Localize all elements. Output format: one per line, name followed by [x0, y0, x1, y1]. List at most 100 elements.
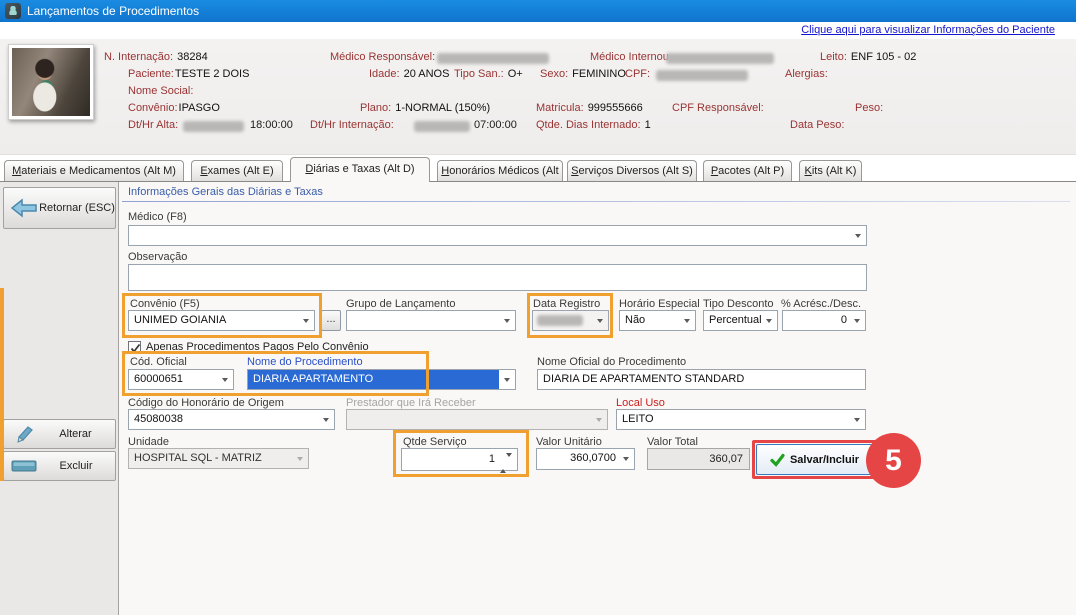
field-medico-responsavel: Médico Responsável:	[330, 51, 435, 63]
dropdown-arrow-icon	[303, 319, 309, 323]
tab-kits[interactable]: Kits (Alt K)	[799, 160, 862, 181]
nome-procedimento-select[interactable]: DIARIA APARTAMENTO	[247, 369, 516, 390]
nome-procedimento-label: Nome do Procedimento	[247, 356, 363, 368]
nome-oficial-input[interactable]: DIARIA DE APARTAMENTO STANDARD	[537, 369, 866, 390]
tab-diarias-taxas[interactable]: Diárias e Taxas (Alt D)	[290, 157, 430, 182]
field-idade: Idade:20 ANOS	[369, 68, 449, 80]
field-value: O+	[508, 68, 523, 80]
combo-value: LEITO	[622, 413, 654, 425]
combo-value: Percentual	[709, 314, 762, 326]
excluir-button[interactable]: Excluir	[3, 451, 116, 481]
annotation-step-badge: 5	[866, 433, 921, 488]
tab-label: ateriais e Medicamentos (Alt M)	[21, 165, 176, 177]
salvar-incluir-button[interactable]: Salvar/Incluir	[756, 444, 873, 475]
tab-exames[interactable]: Exames (Alt E)	[191, 160, 283, 181]
tab-pacotes[interactable]: Pacotes (Alt P)	[703, 160, 792, 181]
dropdown-arrow-icon	[855, 234, 861, 238]
field-alergias: Alergias:	[785, 68, 828, 80]
dropdown-arrow-icon	[596, 418, 602, 422]
prestador-label: Prestador que Irá Receber	[346, 397, 476, 409]
field-label: Dt/Hr Internação:	[310, 119, 394, 131]
dropdown-arrow-icon	[504, 319, 510, 323]
app-icon	[5, 3, 21, 19]
patient-info-link[interactable]: Clique aqui para visualizar Informações …	[801, 24, 1055, 36]
tab-label: iárias e Taxas (Alt D)	[313, 163, 414, 175]
valor-total-field: 360,07	[647, 448, 750, 470]
redacted-data-alta	[183, 121, 244, 132]
group-title-divider	[122, 201, 1070, 202]
dropdown-arrow-icon	[597, 319, 603, 323]
medico-label: Médico (F8)	[128, 211, 187, 223]
nome-oficial-label: Nome Oficial do Procedimento	[537, 356, 686, 368]
title-bar: Lançamentos de Procedimentos	[0, 0, 1076, 22]
redacted-data-registro	[537, 315, 583, 326]
cod-honorario-select[interactable]: 45080038	[128, 409, 335, 430]
field-n-internacao: N. Internação:38284	[104, 51, 208, 63]
field-label: Data Peso:	[790, 119, 844, 131]
tipo-desconto-select[interactable]: Percentual	[703, 310, 778, 331]
grupo-lancamento-label: Grupo de Lançamento	[346, 298, 455, 310]
local-uso-select[interactable]: LEITO	[616, 409, 866, 430]
tab-label: xames (Alt E)	[208, 165, 274, 177]
field-data-peso: Data Peso:	[790, 119, 844, 131]
field-leito: Leito:ENF 105 - 02	[820, 51, 916, 63]
cod-oficial-select[interactable]: 60000651	[128, 369, 234, 390]
dropdown-arrow-icon	[684, 319, 690, 323]
retornar-button[interactable]: Retornar (ESC)	[3, 187, 116, 229]
field-label: CPF Responsável:	[672, 102, 764, 114]
dropdown-arrow-icon	[323, 418, 329, 422]
dropdown-arrow-icon	[222, 378, 228, 382]
browse-convenio-button[interactable]: ...	[321, 310, 341, 331]
tab-honorarios-medicos[interactable]: Honorários Médicos (Alt H)	[437, 160, 563, 181]
combo-value: Não	[625, 314, 645, 326]
combo-value: DIARIA APARTAMENTO	[253, 373, 373, 385]
alterar-button[interactable]: Alterar	[3, 419, 116, 449]
tab-label: M	[12, 165, 21, 177]
stepper-arrows-icon	[500, 453, 512, 474]
observacao-input[interactable]	[128, 264, 867, 291]
field-convenio: Convênio:IPASGO	[128, 102, 220, 114]
patient-header: N. Internação:38284 Médico Responsável: …	[0, 39, 1076, 155]
field-label: Paciente:	[128, 68, 174, 80]
cod-oficial-label: Cód. Oficial	[130, 356, 187, 368]
data-registro-select[interactable]	[532, 310, 609, 331]
tab-label: acotes (Alt P)	[718, 165, 784, 177]
field-value: 07:00:00	[474, 119, 517, 131]
field-matricula: Matricula:999555666	[536, 102, 643, 114]
valor-unitario-select[interactable]: 360,0700	[536, 448, 635, 470]
horario-especial-select[interactable]: Não	[619, 310, 696, 331]
convenio-f5-label: Convênio (F5)	[130, 298, 200, 310]
tab-materiais-medicamentos[interactable]: Materiais e Medicamentos (Alt M)	[4, 160, 184, 181]
window-title: Lançamentos de Procedimentos	[27, 0, 199, 22]
acresc-desc-select[interactable]: 0	[782, 310, 866, 331]
convenio-select[interactable]: UNIMED GOIANIA	[128, 310, 315, 331]
combo-value: 60000651	[134, 373, 183, 385]
field-value: 38284	[177, 51, 208, 63]
tab-label: S	[571, 165, 578, 177]
button-label: Alterar	[36, 428, 115, 440]
procedures-window: Lançamentos de Procedimentos Clique aqui…	[0, 0, 1076, 615]
pencil-icon	[12, 424, 36, 444]
field-qtde-dias: Qtde. Dias Internado: 1	[536, 119, 651, 131]
dropdown-arrow-icon	[766, 319, 772, 323]
field-label: Plano:	[360, 102, 391, 114]
combo-value: UNIMED GOIANIA	[134, 314, 226, 326]
medico-select[interactable]	[128, 225, 867, 246]
field-value: 1-NORMAL (150%)	[395, 102, 490, 114]
field-value: 18:00:00	[250, 119, 293, 131]
arrow-left-icon	[9, 198, 39, 218]
qtde-servico-stepper[interactable]: 1	[401, 448, 518, 471]
field-value: 1	[645, 119, 651, 131]
redacted-data-internacao	[414, 121, 470, 132]
field-cpf: CPF:	[625, 68, 650, 80]
cod-honorario-label: Código do Honorário de Origem	[128, 397, 284, 409]
apenas-pagos-checkbox[interactable]	[128, 341, 141, 354]
dropdown-arrow-icon	[854, 319, 860, 323]
delete-icon	[11, 460, 37, 472]
grupo-lancamento-select[interactable]	[346, 310, 516, 331]
tab-servicos-diversos[interactable]: Serviços Diversos (Alt S)	[567, 160, 697, 181]
field-label: Qtde. Dias Internado:	[536, 119, 641, 131]
field-label: Sexo:	[540, 68, 568, 80]
field-tipo-sanguineo: Tipo San.:O+	[454, 68, 523, 80]
group-title: Informações Gerais das Diárias e Taxas	[128, 186, 323, 198]
